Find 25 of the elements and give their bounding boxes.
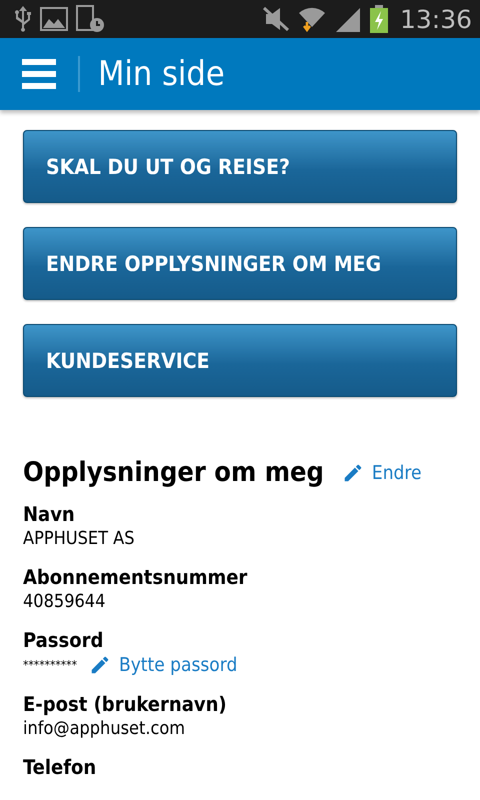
clock-time: 13:36: [400, 4, 472, 34]
field-value: 40859644: [23, 591, 106, 612]
usb-icon: [14, 6, 32, 32]
signal-icon: [334, 6, 362, 32]
change-password-link[interactable]: Bytte passord: [88, 654, 238, 676]
image-icon: [40, 7, 68, 31]
field-label: Abonnementsnummer: [23, 565, 248, 589]
mute-icon: [262, 6, 290, 32]
field-value: **********: [23, 658, 77, 672]
page-title: Min side: [98, 54, 225, 94]
menu-button[interactable]: SKAL DU UT OG REISE?: [23, 130, 457, 203]
field-value: info@apphuset.com: [23, 718, 186, 739]
menu-button[interactable]: ENDRE OPPLYSNINGER OM MEG: [23, 227, 457, 300]
menu-button[interactable]: [22, 59, 56, 89]
field-value: APPHUSET AS: [23, 528, 136, 549]
field-label: Passord: [23, 628, 104, 652]
field-label: Telefon: [23, 755, 98, 779]
field-label: Navn: [23, 502, 76, 526]
device-clock-icon: [76, 5, 106, 33]
battery-icon: [370, 5, 388, 33]
field-label: E-post (brukernavn): [23, 692, 228, 716]
wifi-icon: [298, 5, 326, 33]
menu-button[interactable]: KUNDESERVICE: [23, 324, 457, 397]
section-title: Opplysninger om meg: [23, 457, 324, 488]
edit-link[interactable]: Endre: [342, 462, 422, 484]
